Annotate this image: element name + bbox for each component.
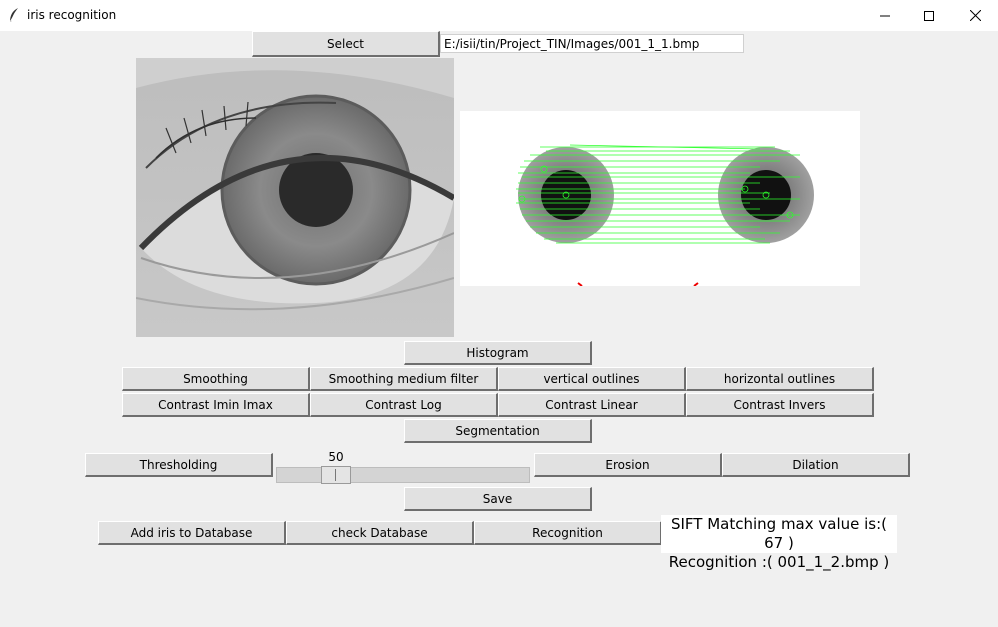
recognition-text: Recognition :( 001_1_2.bmp ) [668,553,890,571]
eye-image [136,58,454,337]
segmentation-button[interactable]: Segmentation [404,419,592,443]
histogram-button-label: Histogram [466,345,529,360]
horizontal-outlines-button-label: horizontal outlines [723,371,836,386]
feather-icon [9,8,18,23]
smoothing-medium-filter-button[interactable]: Smoothing medium filter [310,367,498,391]
sift-matching-text: SIFT Matching max value is:( 67 ) [670,515,888,552]
vertical-outlines-button-label: vertical outlines [543,371,640,386]
recognition-button[interactable]: Recognition [474,521,662,545]
recognition-button-label: Recognition [532,525,603,540]
smoothing-button[interactable]: Smoothing [122,367,310,391]
minimize-button[interactable] [862,0,908,31]
threshold-slider-value: 50 [328,450,344,464]
save-button[interactable]: Save [404,487,592,511]
sift-matching-image [460,111,860,286]
segmentation-button-label: Segmentation [455,423,540,438]
select-button[interactable]: Select [252,31,440,57]
contrast-imin-imax-button[interactable]: Contrast Imin Imax [122,393,310,417]
erosion-button[interactable]: Erosion [534,453,722,477]
thresholding-button-label: Thresholding [139,457,218,472]
recognition-result: SIFT Matching max value is:( 67 ) Recogn… [661,515,897,571]
select-button-label: Select [326,36,365,51]
contrast-log-button-label: Contrast Log [365,397,442,412]
maximize-icon [924,10,934,21]
add-iris-button-label: Add iris to Database [130,525,253,540]
title-bar: iris recognition [0,0,998,31]
contrast-invers-button[interactable]: Contrast Invers [686,393,874,417]
save-button-label: Save [482,491,513,506]
horizontal-outlines-button[interactable]: horizontal outlines [686,367,874,391]
contrast-linear-button-label: Contrast Linear [545,397,638,412]
threshold-slider-track[interactable] [276,467,530,483]
close-icon [969,10,981,21]
minimize-icon [880,15,890,16]
check-database-button[interactable]: check Database [286,521,474,545]
contrast-imin-imax-button-label: Contrast Imin Imax [158,397,273,412]
maximize-button[interactable] [906,0,952,31]
file-path-field[interactable]: E:/isii/tin/Project_TIN/Images/001_1_1.b… [440,34,744,53]
smoothing-medium-filter-button-label: Smoothing medium filter [328,371,479,386]
contrast-invers-button-label: Contrast Invers [733,397,826,412]
erosion-button-label: Erosion [605,457,650,472]
contrast-log-button[interactable]: Contrast Log [310,393,498,417]
vertical-outlines-button[interactable]: vertical outlines [498,367,686,391]
window-title: iris recognition [27,8,117,22]
add-iris-to-database-button[interactable]: Add iris to Database [98,521,286,545]
thresholding-button[interactable]: Thresholding [85,453,273,477]
check-database-button-label: check Database [331,525,428,540]
contrast-linear-button[interactable]: Contrast Linear [498,393,686,417]
smoothing-button-label: Smoothing [183,371,248,386]
histogram-button[interactable]: Histogram [404,341,592,365]
close-button[interactable] [952,0,998,31]
dilation-button-label: Dilation [792,457,839,472]
threshold-slider-handle[interactable] [320,466,351,484]
dilation-button[interactable]: Dilation [722,453,910,477]
